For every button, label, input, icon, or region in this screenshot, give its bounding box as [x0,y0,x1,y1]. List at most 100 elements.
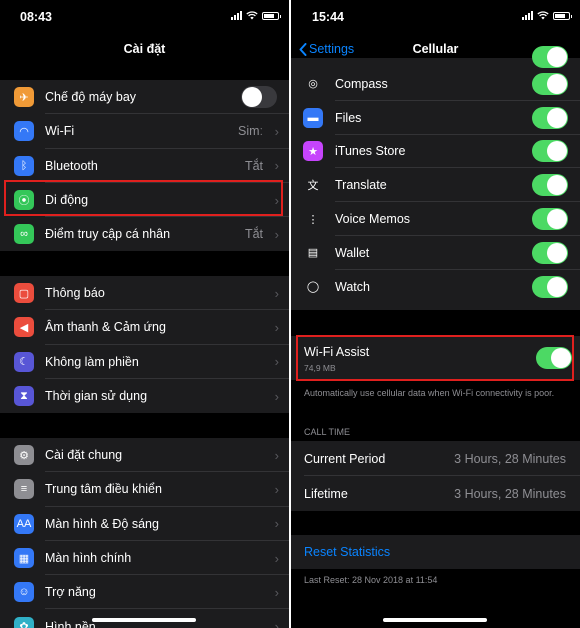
app-row-label: Watch [335,279,370,294]
chevron-right-icon: › [274,619,279,628]
app-row-translate: 文 Translate [291,168,580,203]
settings-row-moon[interactable]: ☾ Không làm phiền › [0,345,289,379]
home-indicator [92,618,196,622]
itunes-star-icon: ★ [303,141,323,162]
call-time-group: Current Period 3 Hours, 28 Minutes Lifet… [291,441,580,511]
cellular-highlight-box [4,180,283,216]
call-time-lifetime-label: Lifetime [304,486,348,501]
app-row-label: Compass [335,76,388,91]
cellular-panel: 15:44 Settings Cellular ◎ Compass ▬ Files ★ i… [291,0,580,628]
signal-icon [231,11,242,20]
sounds-icon: ◀ [14,317,34,338]
wifi-status-icon [246,11,258,20]
partial-toggle[interactable] [532,46,568,68]
settings-row-label: Không làm phiền [45,354,139,369]
settings-row-value: Tắt [244,158,263,173]
chevron-right-icon: › [274,584,279,600]
settings-row-label: Hình nền [45,619,96,628]
status-time: 15:44 [312,10,344,24]
notifications-icon: ▢ [14,283,34,304]
chevron-right-icon: › [274,388,279,404]
settings-row-label: Âm thanh & Cảm ứng [45,320,166,335]
status-icons [522,11,572,20]
cellular-data-toggle[interactable] [532,208,568,231]
settings-row-hourglass[interactable]: ⧗ Thời gian sử dụng › [0,379,289,413]
settings-row-label: Màn hình & Độ sáng [45,516,159,531]
call-time-current-value: 3 Hours, 28 Minutes [454,451,566,466]
cellular-data-toggle[interactable] [532,241,568,264]
cellular-data-toggle[interactable] [532,72,568,95]
wifi-status-icon [537,11,549,20]
settings-row-notifications[interactable]: ▢ Thông báo › [0,276,289,311]
call-time-lifetime-value: 3 Hours, 28 Minutes [454,486,566,501]
settings-row-label: Chế độ máy bay [45,90,137,105]
settings-row-accessibility[interactable]: ☺ Trợ năng › [0,575,289,610]
call-time-lifetime: Lifetime 3 Hours, 28 Minutes [291,476,580,511]
settings-row-gear[interactable]: ⚙ Cài đặt chung › [0,438,289,473]
accessibility-icon: ☺ [14,582,34,603]
cellular-data-toggle[interactable] [532,174,568,197]
page-title: Cài đặt [123,42,166,56]
chevron-right-icon: › [274,123,279,139]
list-item-partial [291,46,580,68]
voice-memos-icon: ⋮ [303,209,323,230]
status-icons [231,11,281,20]
settings-row-label: Màn hình chính [45,551,132,566]
status-bar: 15:44 [291,0,580,36]
airplane-icon: ✈ [14,87,34,108]
call-time-current-label: Current Period [304,451,386,466]
app-row-watch: ◯ Watch [291,270,580,304]
watch-icon: ◯ [303,276,323,297]
settings-row-display[interactable]: AA Màn hình & Độ sáng › [0,507,289,541]
settings-row-value: Simː [238,124,263,139]
settings-row-label: Cài đặt chung [45,448,123,463]
translate-icon: 文 [303,175,323,196]
cellular-data-toggle[interactable] [532,275,568,298]
reset-statistics-button[interactable]: Reset Statistics [304,545,390,559]
cellular-data-toggle[interactable] [532,106,568,129]
app-row-label: iTunes Store [335,144,406,159]
app-row-wallet: ▤ Wallet [291,236,580,270]
status-bar: 08:43 [0,0,289,36]
app-row-label: Translate [335,178,387,193]
airplane-mode-toggle[interactable] [241,86,277,109]
settings-row-label: Điểm truy cập cá nhân [45,227,171,242]
compass-icon: ◎ [303,73,323,94]
chevron-right-icon: › [274,285,279,301]
settings-group-general: ⚙ Cài đặt chung › ≡ Trung tâm điều khiển › AA M… [0,438,289,628]
wallet-icon: ▤ [303,242,323,263]
settings-row-bluetooth[interactable]: ᛒ Bluetooth Tắt › [0,149,289,183]
settings-row-airplane[interactable]: ✈ Chế độ máy bay [0,80,289,115]
settings-row-control-center[interactable]: ≡ Trung tâm điều khiển › [0,472,289,507]
last-reset-text: Last Reset: 28 Nov 2018 at 11:54 [304,575,438,585]
app-row-compass: ◎ Compass [291,67,580,101]
settings-row-sounds[interactable]: ◀ Âm thanh & Cảm ứng › [0,310,289,345]
files-icon: ▬ [303,107,323,128]
control-center-icon: ≡ [14,479,34,500]
home-indicator [383,618,487,622]
battery-icon [553,11,572,20]
app-row-label: Voice Memos [335,212,411,227]
wifi-assist-note: Automatically use cellular data when Wi-… [304,388,555,398]
settings-row-label: Wi-Fi [45,124,75,139]
settings-row-hotspot[interactable]: ∞ Điểm truy cập cá nhân Tắt › [0,217,289,251]
settings-row-wifi[interactable]: ◠ Wi-Fi Simː › [0,114,289,149]
chevron-right-icon: › [274,158,279,174]
app-row-label: Files [335,110,362,125]
cellular-data-toggle[interactable] [532,140,568,163]
hotspot-icon: ∞ [14,224,34,245]
app-row-voice-memos: ⋮ Voice Memos [291,202,580,236]
hourglass-icon: ⧗ [14,386,34,407]
settings-panel: 08:43 Cài đặt ✈ Chế độ máy bay ◠ Wi-Fi Simː ›… [0,0,289,628]
moon-icon: ☾ [14,351,34,372]
settings-group-notifications: ▢ Thông báo › ◀ Âm thanh & Cảm ứng › ☾ Không là… [0,276,289,414]
reset-group: Reset Statistics [291,535,580,569]
settings-row-label: Thông báo [45,286,105,301]
chevron-right-icon: › [274,447,279,463]
status-time: 08:43 [20,10,52,24]
settings-row-home-screen[interactable]: ▦ Màn hình chính › [0,541,289,576]
chevron-right-icon: › [274,516,279,532]
display-icon: AA [14,513,34,534]
gear-icon: ⚙ [14,445,34,466]
app-row-label: Wallet [335,245,370,260]
